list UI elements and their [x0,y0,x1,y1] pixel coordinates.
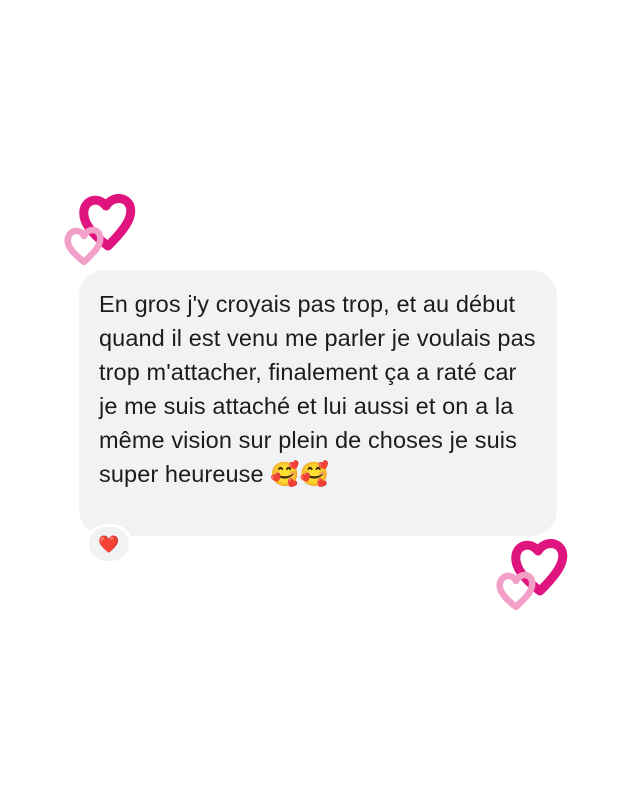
double-heart-outline-icon [496,539,568,611]
message-bubble[interactable]: En gros j'y croyais pas trop, et au débu… [79,270,557,536]
message-text: En gros j'y croyais pas trop, et au débu… [99,291,536,487]
double-heart-outline-icon [64,194,136,266]
heart-reaction-icon: ❤️ [98,534,120,554]
reaction-badge[interactable]: ❤️ [86,524,132,564]
story-canvas: En gros j'y croyais pas trop, et au débu… [0,0,640,800]
